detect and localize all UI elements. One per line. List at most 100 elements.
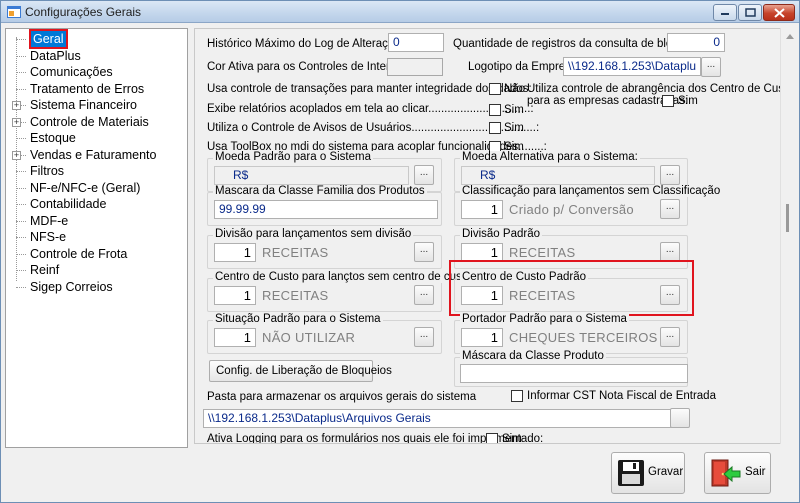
tree-item[interactable]: MDF-e	[6, 213, 186, 229]
historico-input[interactable]: 0	[388, 33, 444, 52]
avisos-opt: Sim	[504, 122, 524, 134]
tree-connector	[16, 88, 26, 90]
tree-item-label: Comunicações	[30, 65, 113, 79]
situacao-group: Situação Padrão para o Sistema 1 NÃO UTI…	[207, 313, 442, 354]
mascara-produto-group: Máscara da Classe Produto	[454, 350, 688, 387]
abrangencia-checkbox[interactable]	[662, 95, 674, 107]
relatorios-label: Exibe relatórios acoplados em tela ao cl…	[207, 103, 534, 115]
tree-item[interactable]: Filtros	[6, 163, 186, 179]
expand-icon[interactable]: +	[12, 101, 21, 110]
scroll-up-icon[interactable]	[786, 34, 794, 39]
expand-icon[interactable]: +	[12, 150, 21, 160]
qtd-bloqueio-input[interactable]: 0	[667, 33, 725, 52]
tree-item[interactable]: DataPlus	[6, 48, 186, 64]
moeda-padrao-field[interactable]: R$	[214, 166, 409, 185]
tree-item[interactable]: Reinf	[6, 262, 186, 278]
moeda-padrao-title: Moeda Padrão para o Sistema	[213, 151, 373, 163]
tree-item[interactable]: Controle de Frota	[6, 246, 186, 262]
relatorios-opt: Sim	[504, 104, 524, 116]
divisao-sem-desc: RECEITAS	[262, 245, 329, 260]
cc-padrao-code[interactable]: 1	[461, 286, 503, 305]
tree-item-label: Geral	[29, 29, 68, 49]
situacao-code[interactable]: 1	[214, 328, 256, 347]
avisos-checkbox[interactable]	[489, 122, 501, 134]
controle-transacoes-checkbox[interactable]	[489, 83, 501, 95]
exit-icon	[711, 459, 741, 487]
tree-item[interactable]: Sigep Correios	[6, 279, 186, 295]
tree-item[interactable]: Comunicações	[6, 64, 186, 80]
mascara-familia-group: Mascara da Classe Familia dos Produtos 9…	[207, 185, 442, 226]
tree-connector	[16, 39, 26, 40]
cc-sem-code[interactable]: 1	[214, 286, 256, 305]
sair-button[interactable]: Sair	[704, 452, 771, 494]
divisao-sem-button[interactable]: ...	[414, 242, 434, 262]
tree-item[interactable]: + Controle de Materiais	[6, 114, 186, 130]
informar-cst-label: Informar CST Nota Fiscal de Entrada	[527, 390, 716, 402]
tree-connector	[16, 286, 26, 288]
tree-connector	[16, 253, 26, 255]
portador-button[interactable]: ...	[660, 327, 680, 347]
minimize-button[interactable]	[713, 4, 737, 21]
pasta-input[interactable]: \\192.168.1.253\Dataplus\Arquivos Gerais	[203, 409, 679, 428]
tree-connector	[16, 55, 26, 57]
expand-icon[interactable]: +	[12, 117, 21, 127]
sair-label: Sair	[745, 466, 766, 478]
moeda-alt-button[interactable]: ...	[660, 165, 680, 185]
tree-item[interactable]: NF-e/NFC-e (Geral)	[6, 180, 186, 196]
logotipo-input[interactable]: \\192.168.1.253\Dataplu	[563, 57, 701, 76]
close-icon	[773, 7, 785, 18]
tree-item[interactable]: + Vendas e Faturamento	[6, 147, 186, 163]
controle-transacoes-opt: Não	[504, 83, 526, 95]
maximize-button[interactable]	[738, 4, 762, 21]
config-liberacao-button[interactable]: Config. de Liberação de Bloqueios	[209, 360, 392, 382]
scroll-thumb[interactable]	[786, 204, 789, 232]
moeda-alt-field[interactable]: R$	[461, 166, 655, 185]
classificacao-group: Classificação para lançamentos sem Class…	[454, 185, 723, 226]
close-button[interactable]	[763, 4, 795, 21]
portador-desc: CHEQUES TERCEIROS	[509, 330, 658, 345]
tree-item[interactable]: Contabilidade	[6, 196, 186, 212]
abrangencia-label: Utiliza controle de abrangência dos Cent…	[527, 83, 782, 95]
portador-group: Portador Padrão para o Sistema 1 CHEQUES…	[454, 313, 688, 354]
cc-padrao-desc: RECEITAS	[509, 288, 576, 303]
moeda-padrao-button[interactable]: ...	[414, 165, 434, 185]
divisao-padrao-title: Divisão Padrão	[460, 228, 542, 240]
tree-item[interactable]: Geral	[6, 29, 186, 49]
situacao-title: Situação Padrão para o Sistema	[213, 313, 383, 325]
classificacao-title: Classificação para lançamentos sem Class…	[460, 185, 723, 197]
tree-item[interactable]: NFS-e	[6, 229, 186, 245]
classificacao-button[interactable]: ...	[660, 199, 680, 219]
mascara-produto-input[interactable]	[460, 364, 688, 383]
window-title: Configurações Gerais	[25, 5, 142, 19]
cor-ativa-swatch[interactable]	[387, 58, 443, 76]
tree-connector	[16, 72, 26, 73]
mascara-familia-input[interactable]: 99.99.99	[214, 200, 438, 219]
tree-item[interactable]: Estoque	[6, 130, 186, 146]
pasta-label: Pasta para armazenar os arquivos gerais …	[207, 391, 477, 403]
tree-connector	[16, 204, 26, 205]
tree-connector	[16, 237, 26, 238]
tree-item-label: Reinf	[30, 263, 60, 277]
vertical-scrollbar[interactable]	[780, 28, 798, 444]
tree-item-label: Sigep Correios	[30, 279, 113, 294]
cc-sem-button[interactable]: ...	[414, 285, 434, 305]
title-bar: Configurações Gerais	[1, 1, 799, 23]
tree-item-label: Filtros	[30, 164, 65, 178]
maximize-icon	[744, 8, 756, 17]
informar-cst-checkbox[interactable]	[511, 390, 523, 402]
classificacao-code[interactable]: 1	[461, 200, 503, 219]
tree-item[interactable]: + Sistema Financeiro	[6, 97, 186, 113]
tree-item-label: Controle de Materiais	[30, 114, 149, 129]
gravar-button[interactable]: Gravar	[611, 452, 685, 494]
logging-checkbox[interactable]	[486, 433, 498, 443]
logotipo-browse-button[interactable]: ...	[701, 57, 721, 77]
portador-code[interactable]: 1	[461, 328, 503, 347]
cc-padrao-button[interactable]: ...	[660, 285, 680, 305]
tree-item[interactable]: Tratamento de Erros	[6, 81, 186, 97]
moeda-padrao-value: R$	[233, 168, 249, 182]
divisao-padrao-button[interactable]: ...	[660, 242, 680, 262]
divisao-sem-code[interactable]: 1	[214, 243, 256, 262]
pasta-browse-button[interactable]	[670, 408, 690, 428]
situacao-button[interactable]: ...	[414, 327, 434, 347]
relatorios-checkbox[interactable]	[489, 104, 501, 116]
